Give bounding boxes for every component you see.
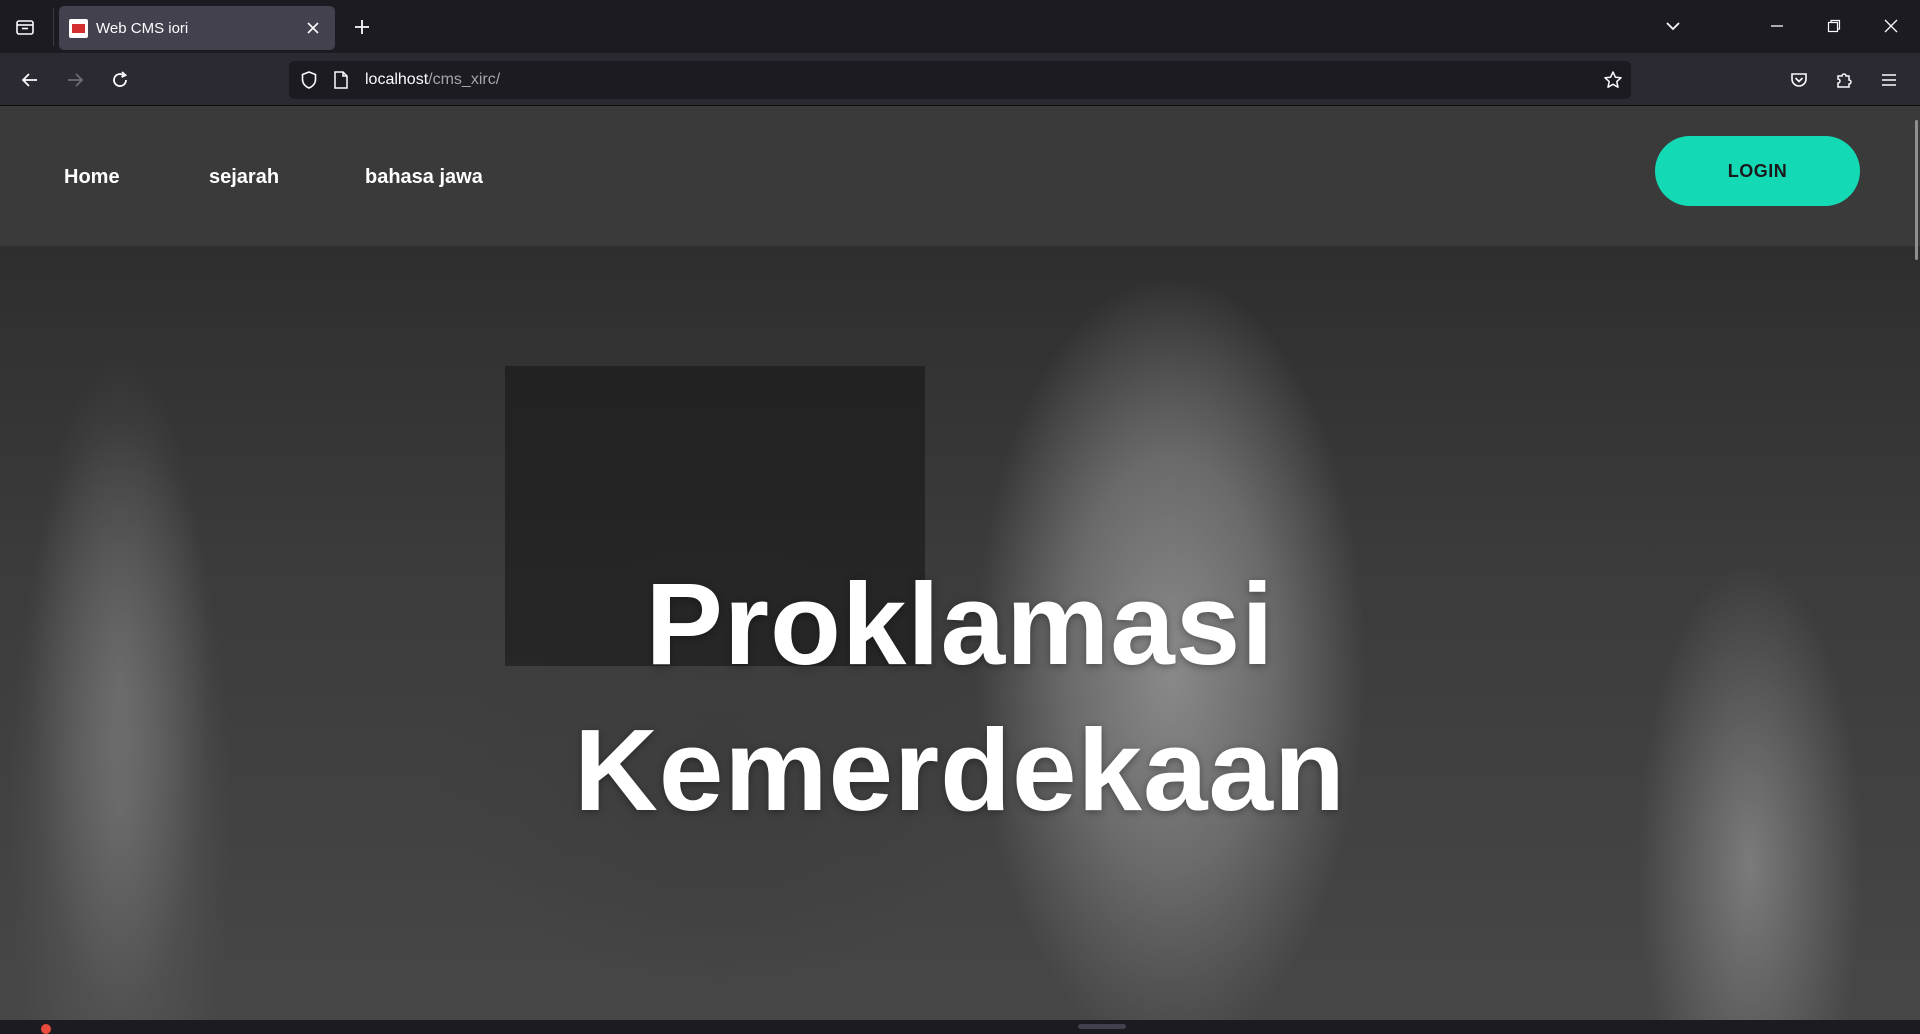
status-chip bbox=[1078, 1024, 1126, 1029]
page-scrollbar[interactable] bbox=[1915, 120, 1918, 260]
chevron-down-icon[interactable] bbox=[1656, 10, 1690, 42]
browser-tab-bar: Web CMS iori bbox=[0, 0, 1920, 53]
nav-link-sejarah[interactable]: sejarah bbox=[209, 166, 279, 189]
tab-title: Web CMS iori bbox=[96, 19, 189, 37]
close-window-icon[interactable] bbox=[1874, 10, 1908, 42]
plus-icon[interactable] bbox=[345, 12, 379, 42]
nav-link-bahasa-jawa[interactable]: bahasa jawa bbox=[365, 166, 483, 189]
browser-toolbar: localhost/cms_xirc/ bbox=[0, 53, 1920, 106]
close-tab-icon[interactable] bbox=[301, 16, 325, 40]
tab-list-icon[interactable] bbox=[8, 12, 42, 42]
reload-icon[interactable] bbox=[103, 63, 137, 97]
hero-banner: Proklamasi Kemerdekaan bbox=[0, 246, 1920, 1020]
site-header: Home sejarah bahasa jawa LOGIN bbox=[0, 106, 1920, 246]
status-strip bbox=[0, 1020, 1920, 1029]
url-path: /cms_xirc/ bbox=[428, 71, 501, 88]
browser-tab-active[interactable]: Web CMS iori bbox=[59, 6, 335, 50]
hamburger-icon[interactable] bbox=[1872, 63, 1906, 97]
status-indicator-icon bbox=[41, 1024, 51, 1034]
hero-title-line2: Kemerdekaan bbox=[574, 705, 1346, 835]
url-text[interactable]: localhost/cms_xirc/ bbox=[365, 71, 500, 89]
page-icon[interactable] bbox=[333, 71, 349, 89]
hero-title: Proklamasi Kemerdekaan bbox=[0, 551, 1920, 843]
url-bar[interactable]: localhost/cms_xirc/ bbox=[289, 61, 1631, 99]
web-page: Home sejarah bahasa jawa LOGIN Proklamas… bbox=[0, 106, 1920, 1020]
hero-title-line1: Proklamasi bbox=[645, 559, 1275, 689]
nav-link-home[interactable]: Home bbox=[64, 166, 120, 189]
tab-separator bbox=[53, 8, 54, 46]
restore-icon[interactable] bbox=[1817, 10, 1851, 42]
forward-arrow-icon[interactable] bbox=[58, 63, 92, 97]
puzzle-icon[interactable] bbox=[1827, 63, 1861, 97]
favicon-icon bbox=[69, 18, 88, 38]
pocket-icon[interactable] bbox=[1782, 63, 1816, 97]
minimize-icon[interactable] bbox=[1760, 10, 1794, 42]
star-icon[interactable] bbox=[1603, 70, 1623, 90]
back-arrow-icon[interactable] bbox=[13, 63, 47, 97]
login-button[interactable]: LOGIN bbox=[1655, 136, 1860, 206]
url-host: localhost bbox=[365, 71, 429, 88]
shield-icon[interactable] bbox=[299, 70, 319, 90]
